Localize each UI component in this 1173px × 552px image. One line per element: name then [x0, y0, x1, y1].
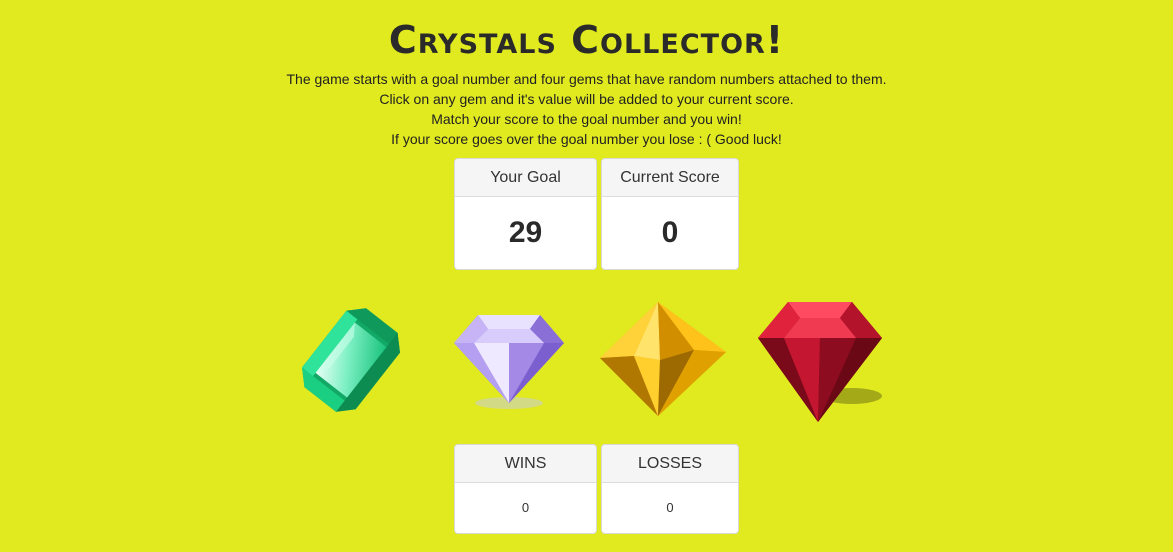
- losses-value: 0: [666, 500, 674, 515]
- wins-value: 0: [521, 500, 530, 515]
- purple-diamond-button[interactable]: [448, 303, 570, 415]
- current-score-panel: Current Score 0: [601, 158, 739, 270]
- wins-label: WINS: [455, 445, 596, 483]
- instruction-line: The game starts with a goal number and f…: [286, 71, 887, 87]
- green-gem-button[interactable]: [285, 293, 417, 427]
- losses-label: LOSSES: [602, 445, 738, 483]
- green-gem-icon: [302, 308, 400, 412]
- red-gem-button[interactable]: [754, 298, 888, 426]
- red-gem-icon: [758, 302, 882, 422]
- yellow-gem-icon: [600, 302, 726, 416]
- goal-value: 29: [508, 216, 543, 249]
- instruction-line: Match your score to the goal number and …: [431, 111, 742, 127]
- losses-panel: LOSSES 0: [601, 444, 739, 534]
- instruction-line: Click on any gem and it's value will be …: [379, 91, 794, 107]
- game-title: Crystals Collector!: [388, 18, 785, 62]
- current-score-label: Current Score: [602, 159, 738, 197]
- goal-label: Your Goal: [455, 159, 596, 197]
- purple-diamond-icon: [454, 315, 564, 409]
- instruction-line: If your score goes over the goal number …: [391, 131, 782, 147]
- wins-panel: WINS 0: [454, 444, 597, 534]
- instructions: The game starts with a goal number and f…: [0, 69, 1173, 149]
- current-score-value: 0: [661, 216, 679, 249]
- goal-panel: Your Goal 29: [454, 158, 597, 270]
- yellow-gem-button[interactable]: [598, 300, 730, 418]
